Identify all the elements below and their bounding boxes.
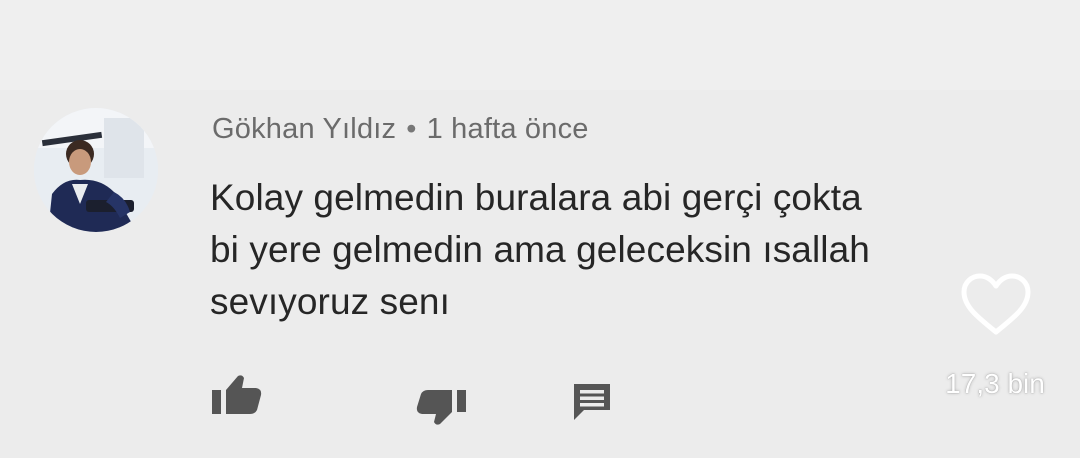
comment-text: Kolay gelmedin buralara abi gerçi çokta …	[210, 172, 990, 328]
author-name[interactable]: Gökhan Yıldız	[212, 113, 396, 145]
dislike-button[interactable]	[414, 380, 468, 431]
heart-like-button[interactable]	[958, 272, 1034, 343]
avatar[interactable]	[34, 108, 158, 232]
comment-icon	[574, 384, 610, 420]
avatar-image	[34, 108, 158, 232]
comment-line: Kolay gelmedin buralara abi gerçi çokta	[210, 177, 862, 218]
like-button[interactable]	[210, 372, 264, 423]
comment-time: 1 hafta önce	[426, 113, 589, 145]
heart-outline-icon	[961, 273, 1031, 335]
comment-line: bi yere gelmedin ama geleceksin ısallah	[210, 229, 870, 270]
thumbs-down-icon	[416, 390, 466, 425]
reply-button[interactable]	[570, 380, 614, 429]
top-background	[0, 0, 1080, 90]
thumbs-up-icon	[212, 375, 262, 414]
like-count: 17,3 bin	[945, 368, 1045, 399]
meta-separator: •	[406, 113, 417, 145]
comment-line: sevıyoruz senı	[210, 281, 450, 322]
comment-meta: Gökhan Yıldız • 1 hafta önce	[212, 113, 589, 146]
